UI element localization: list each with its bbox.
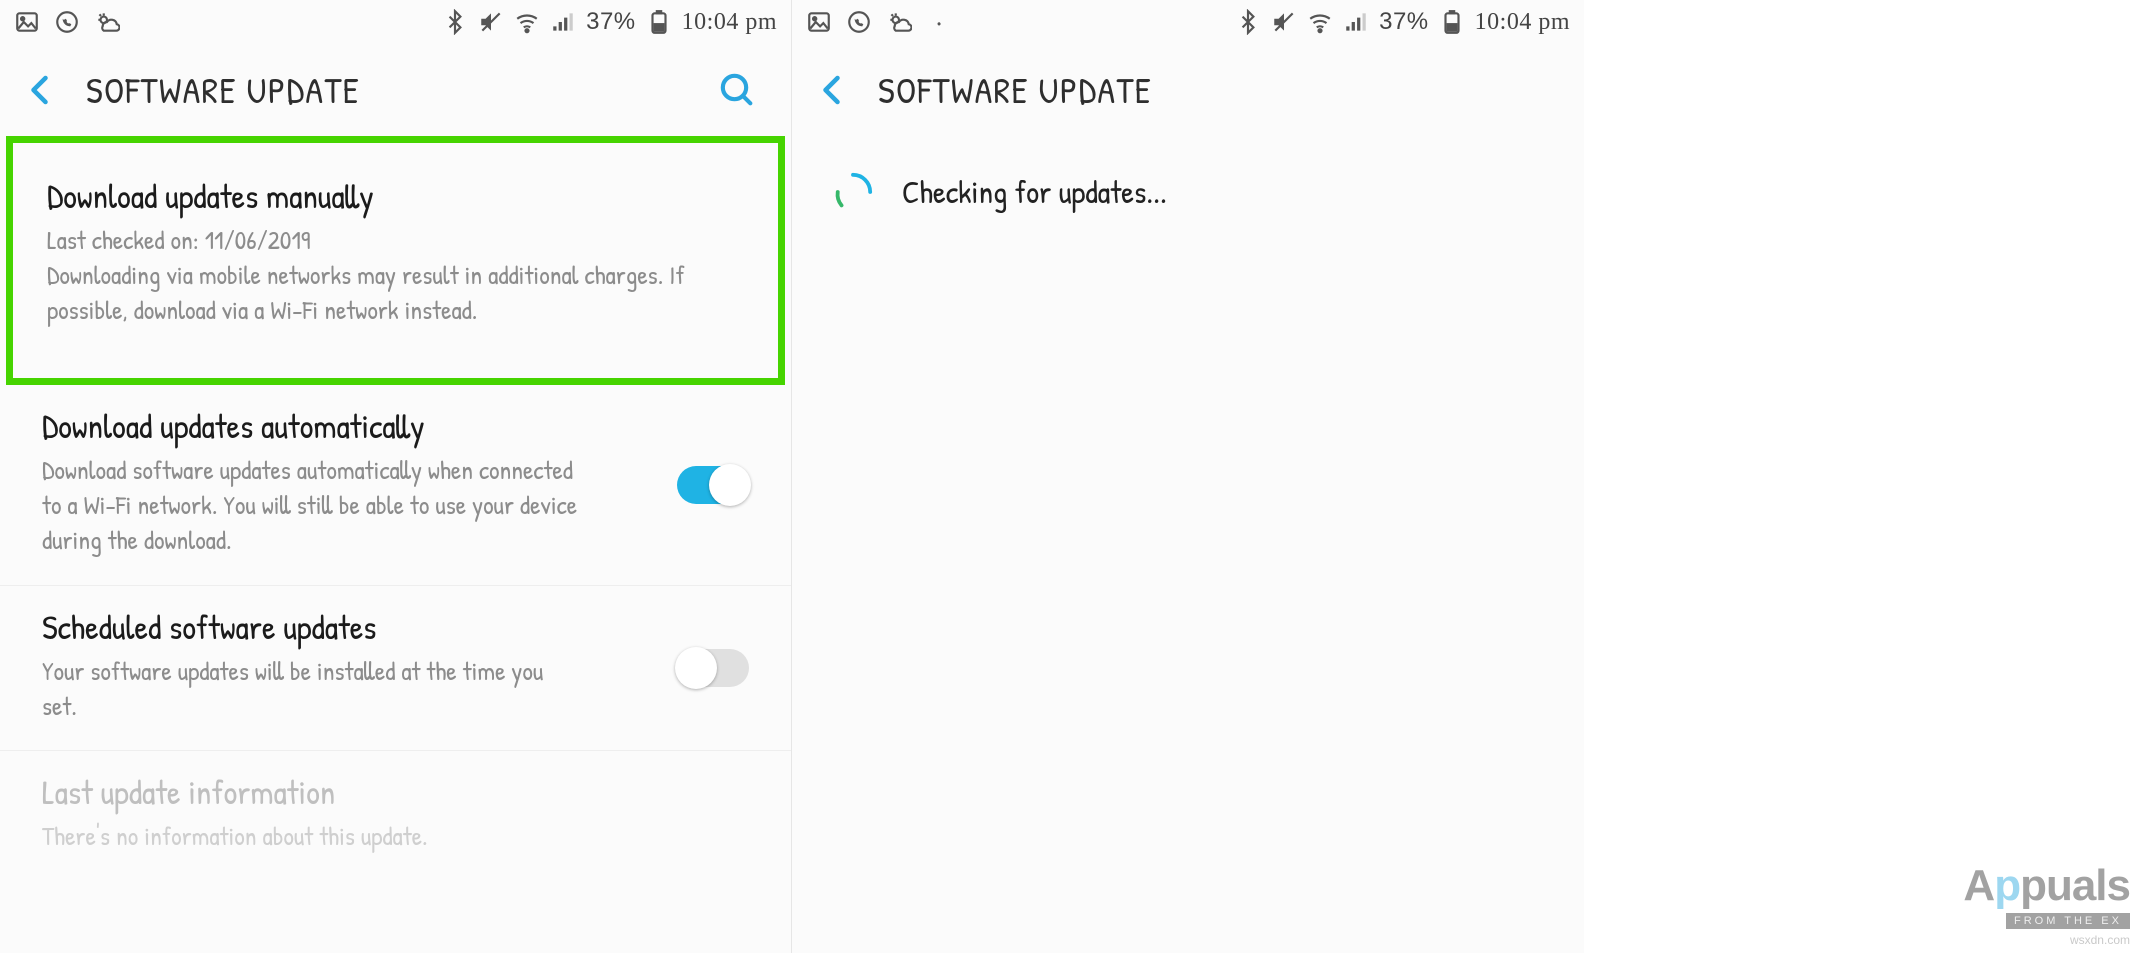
row-subtitle-line1: Last checked on: 11/06/2019 [47,223,744,258]
battery-icon [1439,9,1465,35]
watermark: Appuals FROM THE EX wsxdn.com [1963,861,2130,947]
row-subtitle: Your software updates will be installed … [42,654,582,724]
status-left-group: • [806,9,952,35]
bluetooth-icon [442,9,468,35]
status-right-group: 37% 10:04 pm [442,8,777,36]
settings-list: Download updates manually Last checked o… [0,136,791,880]
checking-row: Checking for updates... [792,136,1584,247]
row-title: Scheduled software updates [42,604,749,650]
status-right-group: 37% 10:04 pm [1235,8,1570,36]
watermark-tagline: FROM THE EX [2006,913,2130,929]
page-title: SOFTWARE UPDATE [86,66,360,115]
toggle-scheduled-updates[interactable] [677,649,749,687]
back-button[interactable] [812,69,854,111]
wifi-icon [514,9,540,35]
row-download-manually[interactable]: Download updates manually Last checked o… [6,136,785,385]
signal-icon [550,9,576,35]
row-title: Download updates automatically [42,403,749,449]
battery-icon [646,9,672,35]
left-screenshot: 37% 10:04 pm SOFTWARE UPDATE Download up… [0,0,792,953]
whatsapp-icon [846,9,872,35]
image-icon [806,9,832,35]
right-screenshot: • 37% 10:04 pm SOFTWARE UPD [792,0,1584,953]
bluetooth-icon [1235,9,1261,35]
loading-spinner-icon [832,171,874,213]
whatsapp-icon [54,9,80,35]
row-download-automatically[interactable]: Download updates automatically Download … [0,385,791,585]
row-subtitle: Download software updates automatically … [42,453,582,558]
page-title: SOFTWARE UPDATE [878,66,1152,115]
wifi-icon [1307,9,1333,35]
image-icon [14,9,40,35]
watermark-letter: p [1994,861,2020,910]
checking-text: Checking for updates... [902,170,1167,213]
status-bar: 37% 10:04 pm [0,0,791,44]
toggle-knob [675,647,717,689]
status-left-group [14,9,120,35]
watermark-letter: A [1963,861,1994,910]
weather-icon [94,9,120,35]
signal-icon [1343,9,1369,35]
clock: 10:04 pm [682,9,777,36]
row-subtitle-line2: Downloading via mobile networks may resu… [47,258,744,328]
weather-icon [886,9,912,35]
search-button[interactable] [713,66,761,114]
header: SOFTWARE UPDATE [0,44,791,136]
status-bar: • 37% 10:04 pm [792,0,1584,44]
clock: 10:04 pm [1475,9,1570,36]
row-title: Download updates manually [47,173,744,219]
dot-icon: • [926,9,952,35]
header: SOFTWARE UPDATE [792,44,1584,136]
mute-vibrate-icon [478,9,504,35]
row-subtitle: There's no information about this update… [42,819,582,854]
row-scheduled-updates[interactable]: Scheduled software updates Your software… [0,586,791,751]
battery-percent: 37% [1379,8,1429,36]
toggle-knob [709,464,751,506]
watermark-brand: Appuals [1963,861,2130,911]
watermark-letter: puals [2020,861,2130,910]
mute-vibrate-icon [1271,9,1297,35]
row-last-update-info: Last update information There's no infor… [0,751,791,880]
back-button[interactable] [20,69,62,111]
watermark-site: wsxdn.com [1963,933,2130,947]
row-title: Last update information [42,769,749,815]
battery-percent: 37% [586,8,636,36]
blank-area [1584,0,2142,953]
toggle-auto-download[interactable] [677,466,749,504]
